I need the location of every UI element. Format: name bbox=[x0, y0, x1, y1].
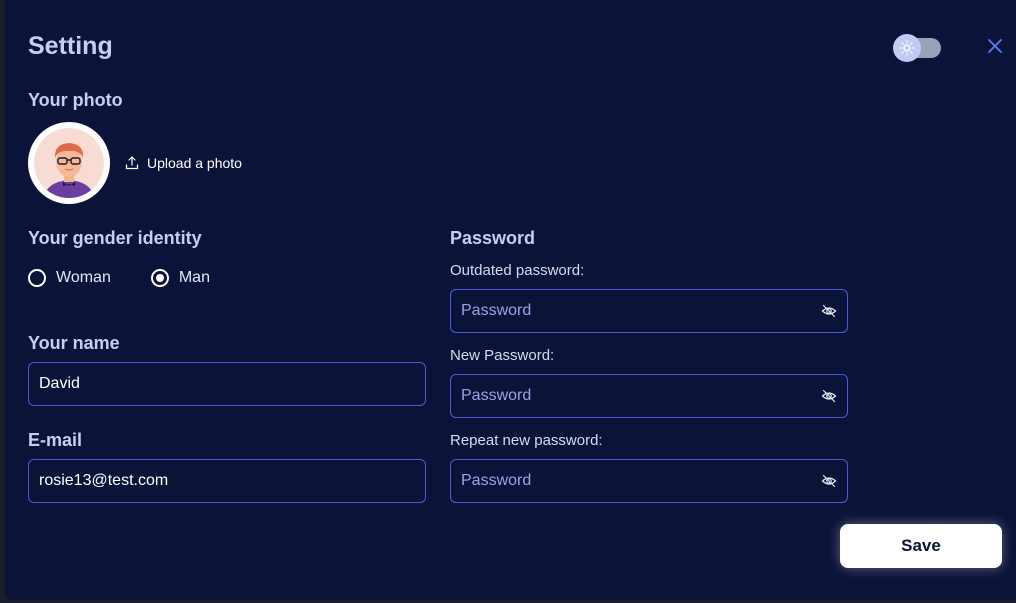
theme-toggle[interactable] bbox=[893, 34, 943, 62]
avatar-illustration bbox=[34, 128, 104, 198]
eye-off-icon bbox=[821, 304, 837, 318]
toggle-visibility-button[interactable] bbox=[820, 302, 838, 320]
repeat-password-label: Repeat new password: bbox=[450, 432, 603, 449]
toggle-visibility-button[interactable] bbox=[820, 472, 838, 490]
avatar bbox=[28, 122, 110, 204]
close-button[interactable] bbox=[985, 36, 1005, 56]
save-button[interactable]: Save bbox=[840, 524, 1002, 568]
modal-title: Setting bbox=[28, 32, 113, 60]
close-icon bbox=[988, 39, 1002, 53]
toggle-knob bbox=[893, 34, 921, 62]
name-input[interactable] bbox=[28, 362, 426, 406]
toggle-visibility-button[interactable] bbox=[820, 387, 838, 405]
settings-modal: Setting Your photo Upload a photo Your g… bbox=[5, 0, 1016, 600]
name-label: Your name bbox=[28, 333, 120, 353]
gender-option-man[interactable]: Man bbox=[150, 269, 210, 287]
radio-button-unchecked[interactable] bbox=[28, 269, 46, 287]
sun-icon bbox=[899, 40, 915, 56]
gender-option-woman[interactable]: Woman bbox=[28, 269, 111, 287]
outdated-password-input[interactable] bbox=[450, 289, 848, 333]
gender-radio-group: Woman Man bbox=[28, 269, 210, 287]
gender-label: Your gender identity bbox=[28, 228, 202, 248]
new-password-input[interactable] bbox=[450, 374, 848, 418]
password-section-label: Password bbox=[450, 228, 536, 248]
photo-label: Your photo bbox=[28, 90, 123, 110]
new-password-label: New Password: bbox=[450, 347, 555, 364]
email-label: E-mail bbox=[28, 430, 83, 450]
repeat-password-input[interactable] bbox=[450, 459, 848, 503]
email-input[interactable] bbox=[28, 459, 426, 503]
gender-option-label: Man bbox=[178, 269, 210, 286]
upload-photo-button[interactable]: Upload a photo bbox=[125, 153, 242, 173]
outdated-password-label: Outdated password: bbox=[450, 262, 585, 279]
gender-option-label: Woman bbox=[56, 269, 111, 286]
eye-off-icon bbox=[821, 389, 837, 403]
eye-off-icon bbox=[821, 474, 837, 488]
upload-icon bbox=[125, 156, 139, 170]
radio-button-checked[interactable] bbox=[150, 269, 169, 287]
upload-photo-label: Upload a photo bbox=[147, 155, 242, 171]
